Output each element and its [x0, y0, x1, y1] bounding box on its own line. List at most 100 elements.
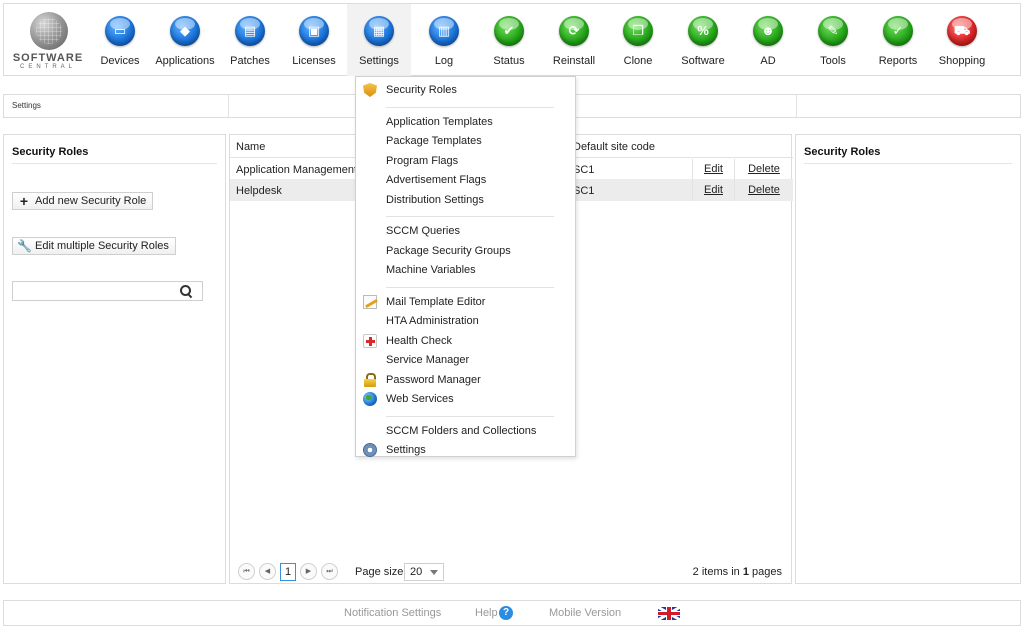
menu-item-distribution-settings[interactable]: Distribution Settings: [356, 191, 575, 210]
menu-item-program-flags[interactable]: Program Flags: [356, 152, 575, 171]
row-delete-link[interactable]: Delete: [734, 180, 793, 201]
items-text: items in: [701, 566, 740, 578]
row-edit-link[interactable]: Edit: [692, 159, 734, 180]
search-icon[interactable]: [180, 285, 192, 297]
menu-item-package-security-groups[interactable]: Package Security Groups: [356, 242, 575, 261]
menu-item-health-check[interactable]: Health Check: [356, 332, 575, 351]
health-icon: [363, 333, 377, 348]
software-central-logo[interactable]: SOFTWARE CENTRAL: [8, 8, 88, 74]
menu-item-label: Health Check: [386, 334, 453, 347]
settings-icon: ▦: [364, 16, 394, 46]
status-icon: ✔: [494, 16, 524, 46]
clone-icon: ❐: [623, 16, 653, 46]
search-input[interactable]: [15, 283, 175, 299]
items-count: 2: [692, 566, 699, 578]
page-size-label: Page size:: [355, 566, 407, 578]
row-edit-link[interactable]: Edit: [692, 180, 734, 201]
menu-item-label: Settings: [386, 444, 426, 456]
panel-divider: [12, 163, 217, 164]
applications-icon: ◆: [170, 16, 200, 46]
breadcrumb-divider: [796, 95, 797, 117]
pager-info: 2 items in 1 pages: [693, 566, 782, 578]
patches-icon: ▤: [235, 16, 265, 46]
edit-multiple-security-roles-button[interactable]: 🔧 Edit multiple Security Roles: [12, 237, 176, 255]
menu-item-label: SCCM Folders and Collections: [386, 424, 537, 437]
row-delete-link[interactable]: Delete: [734, 159, 793, 180]
menu-item-sccm-folders-and-collections[interactable]: SCCM Folders and Collections: [356, 422, 575, 441]
gear-icon: [363, 443, 377, 457]
reports-icon: ✓: [883, 16, 913, 46]
menu-item-label: Mail Template Editor: [386, 295, 486, 308]
menu-item-settings[interactable]: Settings: [356, 441, 575, 460]
menu-item-label: Machine Variables: [386, 264, 476, 276]
menu-item-hta-administration[interactable]: HTA Administration: [356, 312, 575, 331]
menu-item-label: Advertisement Flags: [386, 174, 487, 186]
page-size-select[interactable]: 20: [404, 563, 444, 581]
row-site-code: SC1: [573, 164, 595, 176]
plus-icon: +: [19, 193, 29, 209]
last-page-button[interactable]: ⏭: [321, 563, 338, 580]
right-panel: Security Roles: [795, 134, 1021, 584]
wrench-icon: 🔧: [17, 239, 32, 253]
menu-separator: [386, 286, 554, 288]
monitor-icon: ▭: [105, 16, 135, 46]
uk-flag-icon[interactable]: [658, 607, 680, 620]
menu-item-package-templates[interactable]: Package Templates: [356, 132, 575, 151]
pages-text: pages: [752, 566, 782, 578]
first-page-button[interactable]: ⏮: [238, 563, 255, 580]
menu-item-security-roles[interactable]: Security Roles: [356, 81, 575, 100]
help-icon[interactable]: ?: [499, 606, 513, 620]
column-header-site-code[interactable]: Default site code: [573, 141, 655, 153]
logo-subtitle: CENTRAL: [19, 64, 76, 70]
menu-item-sccm-queries[interactable]: SCCM Queries: [356, 222, 575, 241]
menu-item-label: SCCM Queries: [386, 225, 460, 237]
tools-icon: ✎: [818, 16, 848, 46]
panel-divider: [804, 163, 1012, 164]
menu-item-label: Program Flags: [386, 154, 459, 167]
menu-separator: [386, 216, 554, 217]
footer: Notification Settings Help ? Mobile Vers…: [3, 600, 1021, 626]
add-security-role-button[interactable]: + Add new Security Role: [12, 192, 154, 210]
breadcrumb-divider: [228, 95, 229, 117]
menu-separator: [386, 415, 554, 417]
row-name: Helpdesk: [236, 185, 282, 197]
menu-item-label: Security Roles: [386, 84, 457, 96]
menu-item-label: Package Templates: [386, 135, 482, 147]
menu-item-service-manager[interactable]: Service Manager: [356, 351, 575, 370]
menu-item-application-templates[interactable]: Application Templates: [356, 113, 575, 132]
menu-item-machine-variables[interactable]: Machine Variables: [356, 261, 575, 280]
pages-count: 1: [742, 566, 749, 578]
menu-item-label: HTA Administration: [386, 315, 479, 327]
log-icon: ▥: [429, 16, 459, 46]
previous-page-button[interactable]: ◀: [259, 563, 276, 580]
lock-icon: [363, 372, 377, 387]
nav-label: Shopping: [938, 55, 986, 67]
settings-dropdown-menu: Security Roles Application Templates Packa…: [355, 76, 576, 457]
mobile-version-link[interactable]: Mobile Version: [549, 607, 621, 619]
search-box: [12, 281, 203, 301]
edit-multiple-label: Edit multiple Security Roles: [35, 240, 169, 252]
software-icon: %: [688, 16, 718, 46]
logo-name: SOFTWARE: [12, 52, 84, 64]
menu-separator: [386, 106, 554, 108]
column-header-name[interactable]: Name: [236, 141, 265, 153]
left-panel-title: Security Roles: [12, 146, 89, 158]
left-panel: Security Roles + Add new Security Role 🔧…: [3, 134, 226, 584]
row-name: Application Management: [236, 164, 358, 176]
menu-item-label: Web Services: [386, 393, 454, 405]
menu-item-web-services[interactable]: Web Services: [356, 390, 575, 409]
row-site-code: SC1: [573, 185, 595, 197]
current-page-button[interactable]: 1: [280, 563, 296, 581]
pencil-doc-icon: [363, 294, 377, 309]
menu-item-label: Service Manager: [386, 354, 470, 366]
menu-item-label: Distribution Settings: [386, 193, 484, 206]
help-link[interactable]: Help: [475, 607, 498, 619]
menu-item-advertisement-flags[interactable]: Advertisement Flags: [356, 171, 575, 190]
menu-item-mail-template-editor[interactable]: Mail Template Editor: [356, 293, 575, 312]
menu-item-password-manager[interactable]: Password Manager: [356, 371, 575, 390]
menu-item-label: Package Security Groups: [386, 244, 511, 257]
next-page-button[interactable]: ▶: [300, 563, 317, 580]
nav-shopping[interactable]: ⛟ Shopping: [930, 4, 994, 76]
notification-settings-link[interactable]: Notification Settings: [344, 607, 441, 619]
shopping-cart-icon: ⛟: [947, 16, 977, 46]
